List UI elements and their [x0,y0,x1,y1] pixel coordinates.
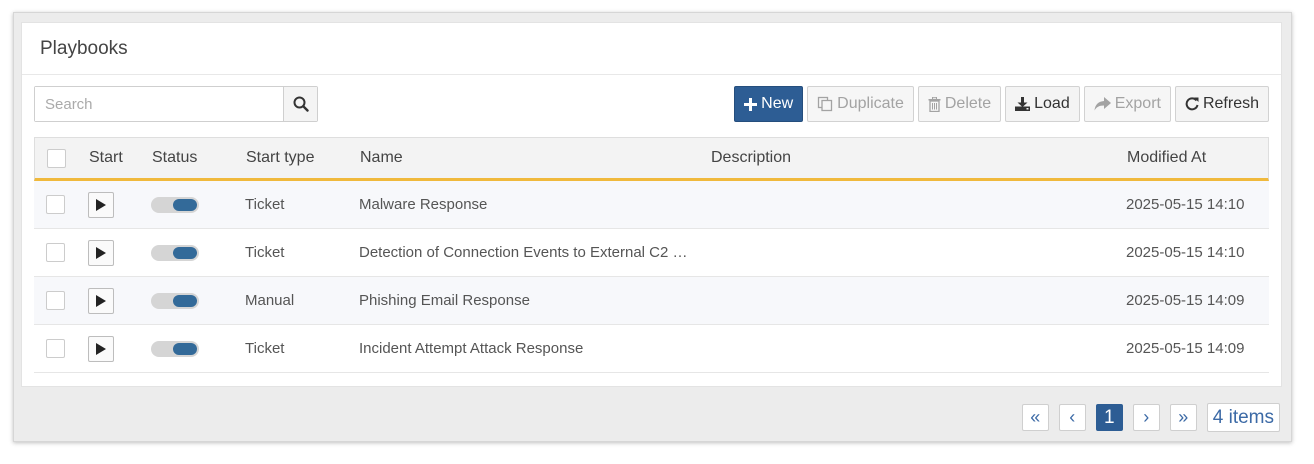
table-row[interactable]: Ticket Detection of Connection Events to… [34,229,1269,277]
delete-button-label: Delete [944,95,992,112]
column-header-modified-at[interactable]: Modified At [1127,149,1206,167]
start-button[interactable] [88,335,114,362]
row-checkbox[interactable] [46,243,65,262]
play-icon [96,198,106,211]
start-button[interactable] [88,191,114,218]
table-row[interactable]: Manual Phishing Email Response 2025-05-1… [34,277,1269,325]
column-header-start-type[interactable]: Start type [246,149,314,167]
trash-icon [928,96,941,112]
table-row[interactable]: Ticket Incident Attempt Attack Response … [34,325,1269,373]
new-button[interactable]: New [734,86,804,122]
column-header-name[interactable]: Name [360,149,403,167]
status-toggle[interactable] [151,292,199,309]
name-cell: Malware Response [359,196,488,213]
row-checkbox[interactable] [46,291,65,310]
duplicate-button[interactable]: Duplicate [807,86,914,122]
share-arrow-icon [1094,97,1111,111]
download-icon [1015,97,1031,111]
modified-at-cell: 2025-05-15 14:09 [1126,292,1245,309]
search-input[interactable] [35,87,283,121]
load-button-label: Load [1034,95,1070,112]
prev-page-button[interactable]: ‹ [1058,404,1086,431]
last-page-button[interactable]: » [1169,404,1197,431]
start-button[interactable] [88,287,114,314]
table-row[interactable]: Ticket Malware Response 2025-05-15 14:10 [34,181,1269,229]
play-icon [96,294,106,307]
play-icon [96,342,106,355]
search-icon [293,96,309,112]
load-button[interactable]: Load [1005,86,1080,122]
refresh-icon [1185,97,1199,111]
refresh-button[interactable]: Refresh [1174,86,1269,122]
row-checkbox[interactable] [46,339,65,358]
start-type-cell: Ticket [245,340,285,357]
start-type-cell: Ticket [245,244,285,261]
first-page-button[interactable]: « [1021,404,1049,431]
playbooks-card: Playbooks New [21,22,1282,387]
refresh-button-label: Refresh [1202,95,1259,112]
next-page-button[interactable]: › [1132,404,1160,431]
delete-button[interactable]: Delete [917,86,1002,122]
modified-at-cell: 2025-05-15 14:09 [1126,340,1245,357]
page-1-button[interactable]: 1 [1095,404,1123,431]
modified-at-cell: 2025-05-15 14:10 [1126,244,1245,261]
play-icon [96,246,106,259]
copy-icon [818,96,833,112]
toolbar: New Duplicate [34,86,1269,124]
column-header-status[interactable]: Status [152,149,197,167]
duplicate-button-label: Duplicate [837,95,904,112]
select-all-checkbox[interactable] [47,148,66,168]
plus-icon [744,97,758,111]
action-buttons: New Duplicate Delete Load Export Refresh [734,86,1269,122]
start-button[interactable] [88,239,114,266]
column-header-description[interactable]: Description [711,149,791,167]
start-type-cell: Manual [245,292,295,309]
new-button-label: New [761,95,794,112]
panel-title: Playbooks [22,23,1281,75]
export-button[interactable]: Export [1083,86,1171,122]
pagination: « ‹ 1 › » 4 items [1021,403,1280,432]
status-toggle[interactable] [151,244,199,261]
search-button[interactable] [283,87,317,121]
name-cell: Detection of Connection Events to Extern… [359,244,688,261]
row-checkbox[interactable] [46,195,65,214]
name-cell: Incident Attempt Attack Response [359,340,584,357]
table-header: Start Status Start type Name Description… [34,137,1269,181]
start-type-cell: Ticket [245,196,285,213]
items-count: 4 items [1206,403,1280,432]
status-toggle[interactable] [151,196,199,213]
search-box [34,86,318,122]
column-header-start[interactable]: Start [89,149,123,167]
playbooks-window: Playbooks New [13,12,1292,442]
modified-at-cell: 2025-05-15 14:10 [1126,196,1245,213]
name-cell: Phishing Email Response [359,292,530,309]
export-button-label: Export [1114,95,1161,112]
status-toggle[interactable] [151,340,199,357]
playbooks-table: Start Status Start type Name Description… [34,137,1269,373]
